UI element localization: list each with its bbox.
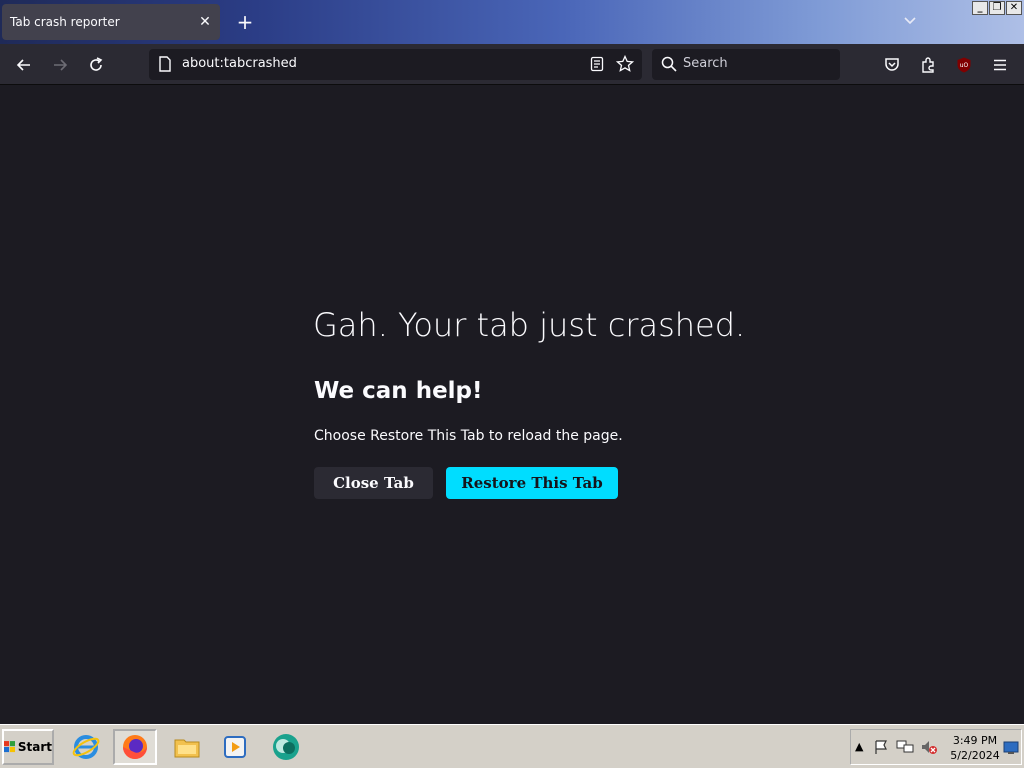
help-heading: We can help!: [314, 378, 483, 404]
window-controls: _ ❐ ✕: [972, 1, 1022, 15]
tab-title: Tab crash reporter: [10, 15, 120, 29]
url-bar[interactable]: about:tabcrashed: [149, 49, 642, 80]
help-description: Choose Restore This Tab to reload the pa…: [314, 428, 623, 444]
new-tab-button[interactable]: +: [234, 11, 256, 33]
file-explorer-icon[interactable]: [165, 729, 209, 765]
volume-muted-icon[interactable]: [920, 739, 938, 759]
start-button[interactable]: Start: [2, 729, 54, 765]
minimize-button[interactable]: _: [972, 1, 988, 15]
network-icon[interactable]: [896, 739, 914, 759]
tab-strip: Tab crash reporter ✕ + _ ❐ ✕: [0, 0, 1024, 44]
clock-date: 5/2/2024: [950, 749, 1000, 762]
page-icon: [158, 56, 172, 76]
extensions-icon[interactable]: [915, 52, 941, 78]
bookmark-star-icon[interactable]: [615, 54, 635, 77]
back-icon[interactable]: [11, 52, 37, 78]
close-tab-button[interactable]: Close Tab: [314, 467, 433, 499]
media-player-icon[interactable]: [213, 729, 257, 765]
start-label: Start: [17, 740, 52, 754]
url-text: about:tabcrashed: [182, 56, 297, 71]
internet-explorer-icon[interactable]: [64, 729, 108, 765]
ublock-icon[interactable]: uO: [951, 52, 977, 78]
clock[interactable]: 3:49 PM 5/2/2024: [947, 733, 1003, 763]
clock-time: 3:49 PM: [952, 734, 998, 747]
messenger-icon[interactable]: [264, 729, 308, 765]
svg-text:uO: uO: [960, 62, 969, 69]
restore-tab-button[interactable]: Restore This Tab: [446, 467, 618, 499]
navigation-toolbar: about:tabcrashed Search uO: [0, 44, 1024, 85]
system-tray: ▲ 3:49 PM 5/2/2024: [850, 729, 1022, 765]
pocket-icon[interactable]: [879, 52, 905, 78]
tab-crash-reporter[interactable]: Tab crash reporter ✕: [2, 4, 220, 40]
search-placeholder: Search: [683, 56, 728, 71]
list-all-tabs-icon[interactable]: [900, 12, 920, 32]
menu-icon[interactable]: [987, 52, 1013, 78]
reload-icon[interactable]: [83, 52, 109, 78]
show-desktop-icon[interactable]: [1003, 740, 1019, 759]
tab-close-icon[interactable]: ✕: [196, 13, 214, 31]
search-bar[interactable]: Search: [652, 49, 840, 80]
page-content: Gah. Your tab just crashed. We can help!…: [0, 86, 1024, 724]
show-hidden-icons-icon[interactable]: ▲: [855, 740, 863, 753]
page-title: Gah. Your tab just crashed.: [313, 306, 746, 344]
taskbar: Start ▲ 3:49 PM 5/2/2024: [0, 724, 1024, 768]
reader-view-icon[interactable]: [590, 56, 604, 76]
forward-icon[interactable]: [47, 52, 73, 78]
search-icon: [661, 56, 677, 76]
windows-logo-icon: [4, 741, 16, 753]
close-window-button[interactable]: ✕: [1006, 1, 1022, 15]
restore-button[interactable]: ❐: [989, 1, 1005, 15]
firefox-icon[interactable]: [113, 729, 157, 765]
action-center-flag-icon[interactable]: [873, 739, 889, 759]
